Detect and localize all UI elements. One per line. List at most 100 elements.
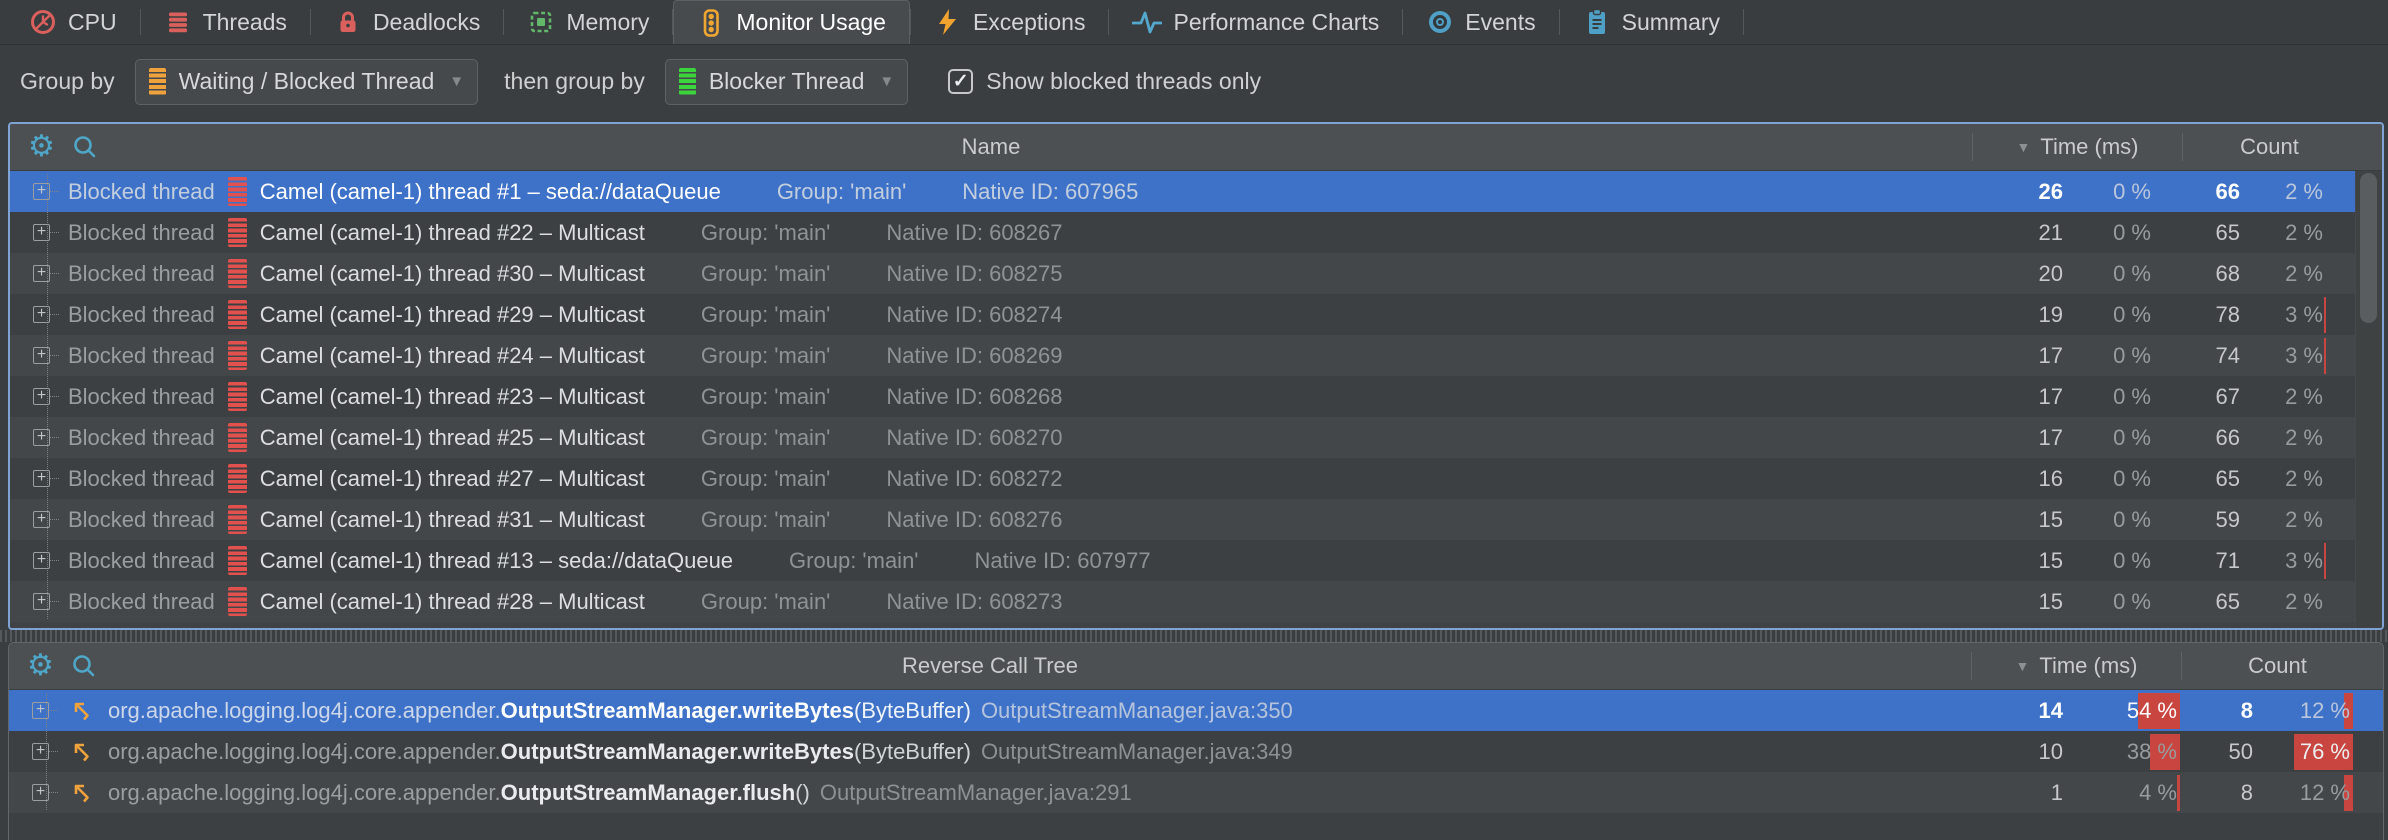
gear-icon[interactable]: ⚙ [27, 651, 54, 681]
percent-bar [2324, 297, 2326, 333]
expand-icon[interactable] [33, 429, 50, 446]
blocked-thread-row[interactable]: Blocked thread Camel (camel-1) thread #2… [10, 294, 2355, 335]
count-value: 66 [2177, 179, 2240, 205]
tab-label: Performance Charts [1173, 9, 1379, 36]
thread-group: Group: 'main' [701, 425, 830, 451]
call-tree-title-header[interactable]: ⚙ Reverse Call Tree [9, 643, 1971, 689]
thread-native-id: Native ID: 608269 [886, 343, 1062, 369]
thread-group: Group: 'main' [701, 507, 830, 533]
time-percent: 0 % [2063, 384, 2151, 410]
expand-icon[interactable] [33, 511, 50, 528]
name-column-header[interactable]: ⚙ Name [10, 124, 1972, 170]
count-percent: 12 % [2253, 780, 2350, 806]
blocked-thread-row[interactable]: Blocked thread Camel (camel-1) thread #2… [10, 376, 2355, 417]
lightning-icon [934, 8, 962, 36]
tab-deadlocks[interactable]: Deadlocks [311, 0, 503, 44]
reverse-call-tree-panel: ⚙ Reverse Call Tree ▼ Time (ms) Count [8, 642, 2384, 840]
thread-name: Camel (camel-1) thread #24 – Multicast [260, 343, 645, 369]
traffic-light-icon [697, 8, 725, 38]
show-blocked-threads-checkbox[interactable]: ✓ [948, 69, 973, 94]
tree-connector [50, 396, 59, 397]
thread-group: Group: 'main' [789, 548, 918, 574]
blocker-thread-icon [679, 68, 696, 95]
expand-icon[interactable] [33, 470, 50, 487]
call-tree-row[interactable]: org.apache.logging.log4j.core.appender.O… [9, 690, 2383, 731]
tab-summary[interactable]: Summary [1560, 0, 1743, 44]
thread-state-label: Blocked thread [68, 425, 215, 451]
expand-icon[interactable] [33, 224, 50, 241]
row-values: 17 0 % 74 3 % [1967, 335, 2355, 376]
expand-icon[interactable] [32, 702, 49, 719]
then-group-by-dropdown[interactable]: Blocker Thread ▼ [665, 59, 908, 105]
tab-cpu[interactable]: CPU [6, 0, 140, 44]
expand-icon[interactable] [33, 552, 50, 569]
thread-group: Group: 'main' [777, 179, 906, 205]
sort-descending-icon: ▼ [2016, 139, 2030, 155]
count-column-header[interactable]: Count [2182, 653, 2383, 679]
tab-performance-charts[interactable]: Performance Charts [1109, 0, 1402, 44]
tab-label: CPU [68, 9, 117, 36]
view-tab-bar: CPU Threads Deadlocks Memory [0, 0, 2388, 45]
time-value: 15 [1967, 548, 2063, 574]
thread-name: Camel (camel-1) thread #25 – Multicast [260, 425, 645, 451]
blocked-thread-row[interactable]: Blocked thread Camel (camel-1) thread #3… [10, 253, 2355, 294]
chevron-down-icon: ▼ [879, 73, 894, 90]
count-percent: 2 % [2240, 425, 2323, 451]
thread-name: Camel (camel-1) thread #27 – Multicast [260, 466, 645, 492]
thread-native-id: Native ID: 608275 [886, 261, 1062, 287]
expand-icon[interactable] [33, 347, 50, 364]
gear-icon[interactable]: ⚙ [28, 132, 55, 162]
group-by-dropdown[interactable]: Waiting / Blocked Thread ▼ [135, 59, 479, 105]
time-percent: 0 % [2063, 589, 2151, 615]
percent-bar [2177, 775, 2180, 811]
count-percent: 2 % [2240, 261, 2323, 287]
expand-icon[interactable] [33, 388, 50, 405]
expand-icon[interactable] [33, 593, 50, 610]
blocked-thread-row[interactable]: Blocked thread Camel (camel-1) thread #2… [10, 335, 2355, 376]
method-args: () [795, 780, 810, 806]
row-values: 17 0 % 67 2 % [1967, 376, 2355, 417]
tab-label: Deadlocks [373, 9, 480, 36]
row-values: 15 0 % 59 2 % [1967, 499, 2355, 540]
thread-name: Camel (camel-1) thread #22 – Multicast [260, 220, 645, 246]
time-value: 15 [1967, 507, 2063, 533]
blocked-thread-icon [228, 505, 247, 534]
blocked-threads-panel: ⚙ Name ▼ Time (ms) Count Blocked [8, 122, 2384, 630]
thread-group: Group: 'main' [701, 343, 830, 369]
tab-label: Memory [566, 9, 649, 36]
blocked-thread-row[interactable]: Blocked thread Camel (camel-1) thread #2… [10, 212, 2355, 253]
thread-name: Camel (camel-1) thread #29 – Multicast [260, 302, 645, 328]
expand-icon[interactable] [32, 784, 49, 801]
call-tree-row[interactable]: org.apache.logging.log4j.core.appender.O… [9, 772, 2383, 813]
lock-icon [334, 8, 362, 36]
tab-exceptions[interactable]: Exceptions [911, 0, 1109, 44]
time-percent: 0 % [2063, 302, 2151, 328]
expand-icon[interactable] [33, 306, 50, 323]
expand-icon[interactable] [33, 265, 50, 282]
call-tree-row[interactable]: org.apache.logging.log4j.core.appender.O… [9, 731, 2383, 772]
blocked-thread-row[interactable]: Blocked thread Camel (camel-1) thread #3… [10, 499, 2355, 540]
count-column-header[interactable]: Count [2183, 134, 2382, 160]
search-icon[interactable] [72, 134, 98, 160]
count-value: 78 [2177, 302, 2240, 328]
blocked-thread-row[interactable]: Blocked thread Camel (camel-1) thread #1… [10, 540, 2355, 581]
expand-icon[interactable] [32, 743, 49, 760]
thread-name: Camel (camel-1) thread #1 – seda://dataQ… [260, 179, 721, 205]
time-value: 10 [1967, 739, 2063, 765]
tab-events[interactable]: Events [1403, 0, 1558, 44]
panel-splitter[interactable] [0, 630, 2388, 642]
blocked-thread-row[interactable]: Blocked thread Camel (camel-1) thread #2… [10, 458, 2355, 499]
tab-monitor-usage[interactable]: Monitor Usage [673, 0, 910, 44]
blocked-thread-row[interactable]: Blocked thread Camel (camel-1) thread #2… [10, 417, 2355, 458]
expand-icon[interactable] [33, 183, 50, 200]
search-icon[interactable] [71, 653, 97, 679]
time-column-header[interactable]: ▼ Time (ms) [1972, 653, 2181, 679]
blocked-thread-row[interactable]: Blocked thread Camel (camel-1) thread #1… [10, 171, 2355, 212]
time-column-header[interactable]: ▼ Time (ms) [1973, 134, 2182, 160]
count-value: 67 [2177, 384, 2240, 410]
tab-threads[interactable]: Threads [141, 0, 310, 44]
scrollbar-thumb[interactable] [2360, 173, 2377, 323]
vertical-scrollbar[interactable] [2355, 171, 2382, 628]
tab-memory[interactable]: Memory [504, 0, 672, 44]
blocked-thread-row[interactable]: Blocked thread Camel (camel-1) thread #2… [10, 581, 2355, 622]
